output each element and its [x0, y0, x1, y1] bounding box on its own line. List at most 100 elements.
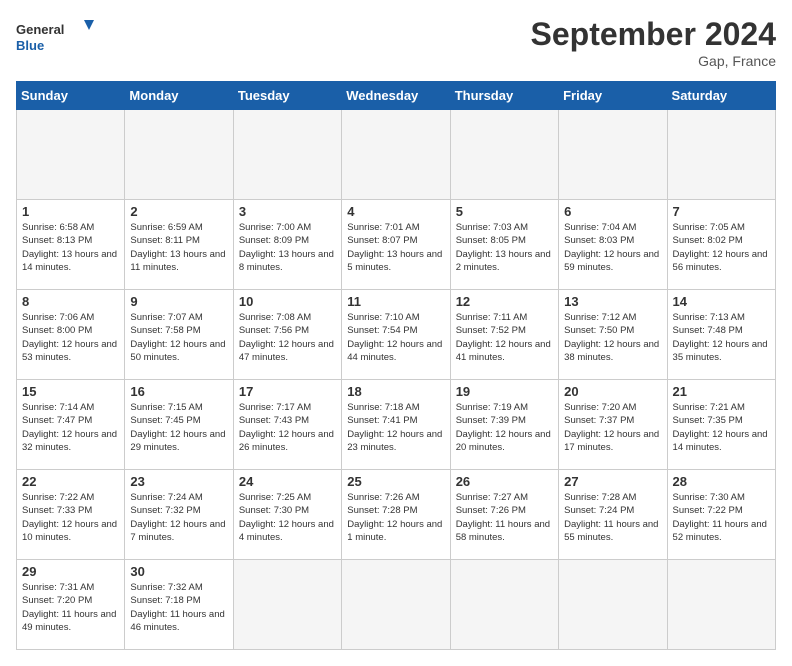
header-row: Sunday Monday Tuesday Wednesday Thursday…: [17, 82, 776, 110]
day-info: Sunrise: 7:07 AM Sunset: 7:58 PM Dayligh…: [130, 311, 227, 364]
day-cell: 8 Sunrise: 7:06 AM Sunset: 8:00 PM Dayli…: [17, 290, 125, 380]
week-row-0: [17, 110, 776, 200]
day-cell: 26 Sunrise: 7:27 AM Sunset: 7:26 PM Dayl…: [450, 470, 558, 560]
day-number: 12: [456, 294, 553, 309]
day-cell: 17 Sunrise: 7:17 AM Sunset: 7:43 PM Dayl…: [233, 380, 341, 470]
svg-text:Blue: Blue: [16, 38, 44, 53]
day-info: Sunrise: 7:21 AM Sunset: 7:35 PM Dayligh…: [673, 401, 770, 454]
day-number: 3: [239, 204, 336, 219]
day-cell: [17, 110, 125, 200]
day-number: 5: [456, 204, 553, 219]
day-number: 6: [564, 204, 661, 219]
day-cell: 1 Sunrise: 6:58 AM Sunset: 8:13 PM Dayli…: [17, 200, 125, 290]
day-number: 17: [239, 384, 336, 399]
day-cell: [667, 560, 775, 650]
day-number: 26: [456, 474, 553, 489]
week-row-5: 29 Sunrise: 7:31 AM Sunset: 7:20 PM Dayl…: [17, 560, 776, 650]
day-number: 29: [22, 564, 119, 579]
day-number: 13: [564, 294, 661, 309]
week-row-3: 15 Sunrise: 7:14 AM Sunset: 7:47 PM Dayl…: [17, 380, 776, 470]
day-cell: 29 Sunrise: 7:31 AM Sunset: 7:20 PM Dayl…: [17, 560, 125, 650]
day-number: 21: [673, 384, 770, 399]
day-number: 7: [673, 204, 770, 219]
day-info: Sunrise: 7:25 AM Sunset: 7:30 PM Dayligh…: [239, 491, 336, 544]
day-cell: 16 Sunrise: 7:15 AM Sunset: 7:45 PM Dayl…: [125, 380, 233, 470]
day-cell: 14 Sunrise: 7:13 AM Sunset: 7:48 PM Dayl…: [667, 290, 775, 380]
day-info: Sunrise: 7:24 AM Sunset: 7:32 PM Dayligh…: [130, 491, 227, 544]
day-number: 4: [347, 204, 444, 219]
col-monday: Monday: [125, 82, 233, 110]
day-info: Sunrise: 7:30 AM Sunset: 7:22 PM Dayligh…: [673, 491, 770, 544]
day-cell: 21 Sunrise: 7:21 AM Sunset: 7:35 PM Dayl…: [667, 380, 775, 470]
day-cell: [233, 110, 341, 200]
day-info: Sunrise: 7:14 AM Sunset: 7:47 PM Dayligh…: [22, 401, 119, 454]
day-cell: [450, 560, 558, 650]
day-info: Sunrise: 7:32 AM Sunset: 7:18 PM Dayligh…: [130, 581, 227, 634]
day-info: Sunrise: 7:11 AM Sunset: 7:52 PM Dayligh…: [456, 311, 553, 364]
day-info: Sunrise: 7:17 AM Sunset: 7:43 PM Dayligh…: [239, 401, 336, 454]
day-number: 8: [22, 294, 119, 309]
month-title: September 2024: [531, 16, 776, 53]
svg-text:General: General: [16, 22, 64, 37]
day-cell: [125, 110, 233, 200]
day-number: 11: [347, 294, 444, 309]
day-info: Sunrise: 7:27 AM Sunset: 7:26 PM Dayligh…: [456, 491, 553, 544]
day-cell: 24 Sunrise: 7:25 AM Sunset: 7:30 PM Dayl…: [233, 470, 341, 560]
col-saturday: Saturday: [667, 82, 775, 110]
day-info: Sunrise: 7:00 AM Sunset: 8:09 PM Dayligh…: [239, 221, 336, 274]
day-cell: [233, 560, 341, 650]
day-info: Sunrise: 7:15 AM Sunset: 7:45 PM Dayligh…: [130, 401, 227, 454]
day-cell: [559, 560, 667, 650]
day-cell: 13 Sunrise: 7:12 AM Sunset: 7:50 PM Dayl…: [559, 290, 667, 380]
day-number: 24: [239, 474, 336, 489]
day-cell: 4 Sunrise: 7:01 AM Sunset: 8:07 PM Dayli…: [342, 200, 450, 290]
day-info: Sunrise: 7:08 AM Sunset: 7:56 PM Dayligh…: [239, 311, 336, 364]
day-cell: 3 Sunrise: 7:00 AM Sunset: 8:09 PM Dayli…: [233, 200, 341, 290]
col-tuesday: Tuesday: [233, 82, 341, 110]
day-info: Sunrise: 7:12 AM Sunset: 7:50 PM Dayligh…: [564, 311, 661, 364]
day-cell: 9 Sunrise: 7:07 AM Sunset: 7:58 PM Dayli…: [125, 290, 233, 380]
day-number: 15: [22, 384, 119, 399]
day-number: 28: [673, 474, 770, 489]
day-number: 10: [239, 294, 336, 309]
day-info: Sunrise: 7:31 AM Sunset: 7:20 PM Dayligh…: [22, 581, 119, 634]
day-cell: 20 Sunrise: 7:20 AM Sunset: 7:37 PM Dayl…: [559, 380, 667, 470]
day-cell: 22 Sunrise: 7:22 AM Sunset: 7:33 PM Dayl…: [17, 470, 125, 560]
day-info: Sunrise: 7:18 AM Sunset: 7:41 PM Dayligh…: [347, 401, 444, 454]
day-cell: [342, 560, 450, 650]
day-info: Sunrise: 7:20 AM Sunset: 7:37 PM Dayligh…: [564, 401, 661, 454]
day-cell: 5 Sunrise: 7:03 AM Sunset: 8:05 PM Dayli…: [450, 200, 558, 290]
day-info: Sunrise: 6:59 AM Sunset: 8:11 PM Dayligh…: [130, 221, 227, 274]
day-info: Sunrise: 7:05 AM Sunset: 8:02 PM Dayligh…: [673, 221, 770, 274]
day-number: 22: [22, 474, 119, 489]
day-cell: 2 Sunrise: 6:59 AM Sunset: 8:11 PM Dayli…: [125, 200, 233, 290]
day-cell: 6 Sunrise: 7:04 AM Sunset: 8:03 PM Dayli…: [559, 200, 667, 290]
day-number: 27: [564, 474, 661, 489]
day-number: 19: [456, 384, 553, 399]
col-sunday: Sunday: [17, 82, 125, 110]
day-cell: 28 Sunrise: 7:30 AM Sunset: 7:22 PM Dayl…: [667, 470, 775, 560]
day-cell: 10 Sunrise: 7:08 AM Sunset: 7:56 PM Dayl…: [233, 290, 341, 380]
title-block: September 2024 Gap, France: [531, 16, 776, 69]
week-row-4: 22 Sunrise: 7:22 AM Sunset: 7:33 PM Dayl…: [17, 470, 776, 560]
day-number: 1: [22, 204, 119, 219]
day-cell: 15 Sunrise: 7:14 AM Sunset: 7:47 PM Dayl…: [17, 380, 125, 470]
day-info: Sunrise: 7:10 AM Sunset: 7:54 PM Dayligh…: [347, 311, 444, 364]
day-info: Sunrise: 7:03 AM Sunset: 8:05 PM Dayligh…: [456, 221, 553, 274]
day-number: 25: [347, 474, 444, 489]
day-cell: [342, 110, 450, 200]
week-row-2: 8 Sunrise: 7:06 AM Sunset: 8:00 PM Dayli…: [17, 290, 776, 380]
day-info: Sunrise: 7:28 AM Sunset: 7:24 PM Dayligh…: [564, 491, 661, 544]
page-header: General Blue September 2024 Gap, France: [16, 16, 776, 69]
day-cell: 7 Sunrise: 7:05 AM Sunset: 8:02 PM Dayli…: [667, 200, 775, 290]
col-friday: Friday: [559, 82, 667, 110]
logo: General Blue: [16, 16, 96, 60]
day-cell: [559, 110, 667, 200]
day-cell: 23 Sunrise: 7:24 AM Sunset: 7:32 PM Dayl…: [125, 470, 233, 560]
day-info: Sunrise: 7:19 AM Sunset: 7:39 PM Dayligh…: [456, 401, 553, 454]
day-info: Sunrise: 7:04 AM Sunset: 8:03 PM Dayligh…: [564, 221, 661, 274]
day-number: 30: [130, 564, 227, 579]
day-info: Sunrise: 7:22 AM Sunset: 7:33 PM Dayligh…: [22, 491, 119, 544]
col-wednesday: Wednesday: [342, 82, 450, 110]
day-number: 23: [130, 474, 227, 489]
